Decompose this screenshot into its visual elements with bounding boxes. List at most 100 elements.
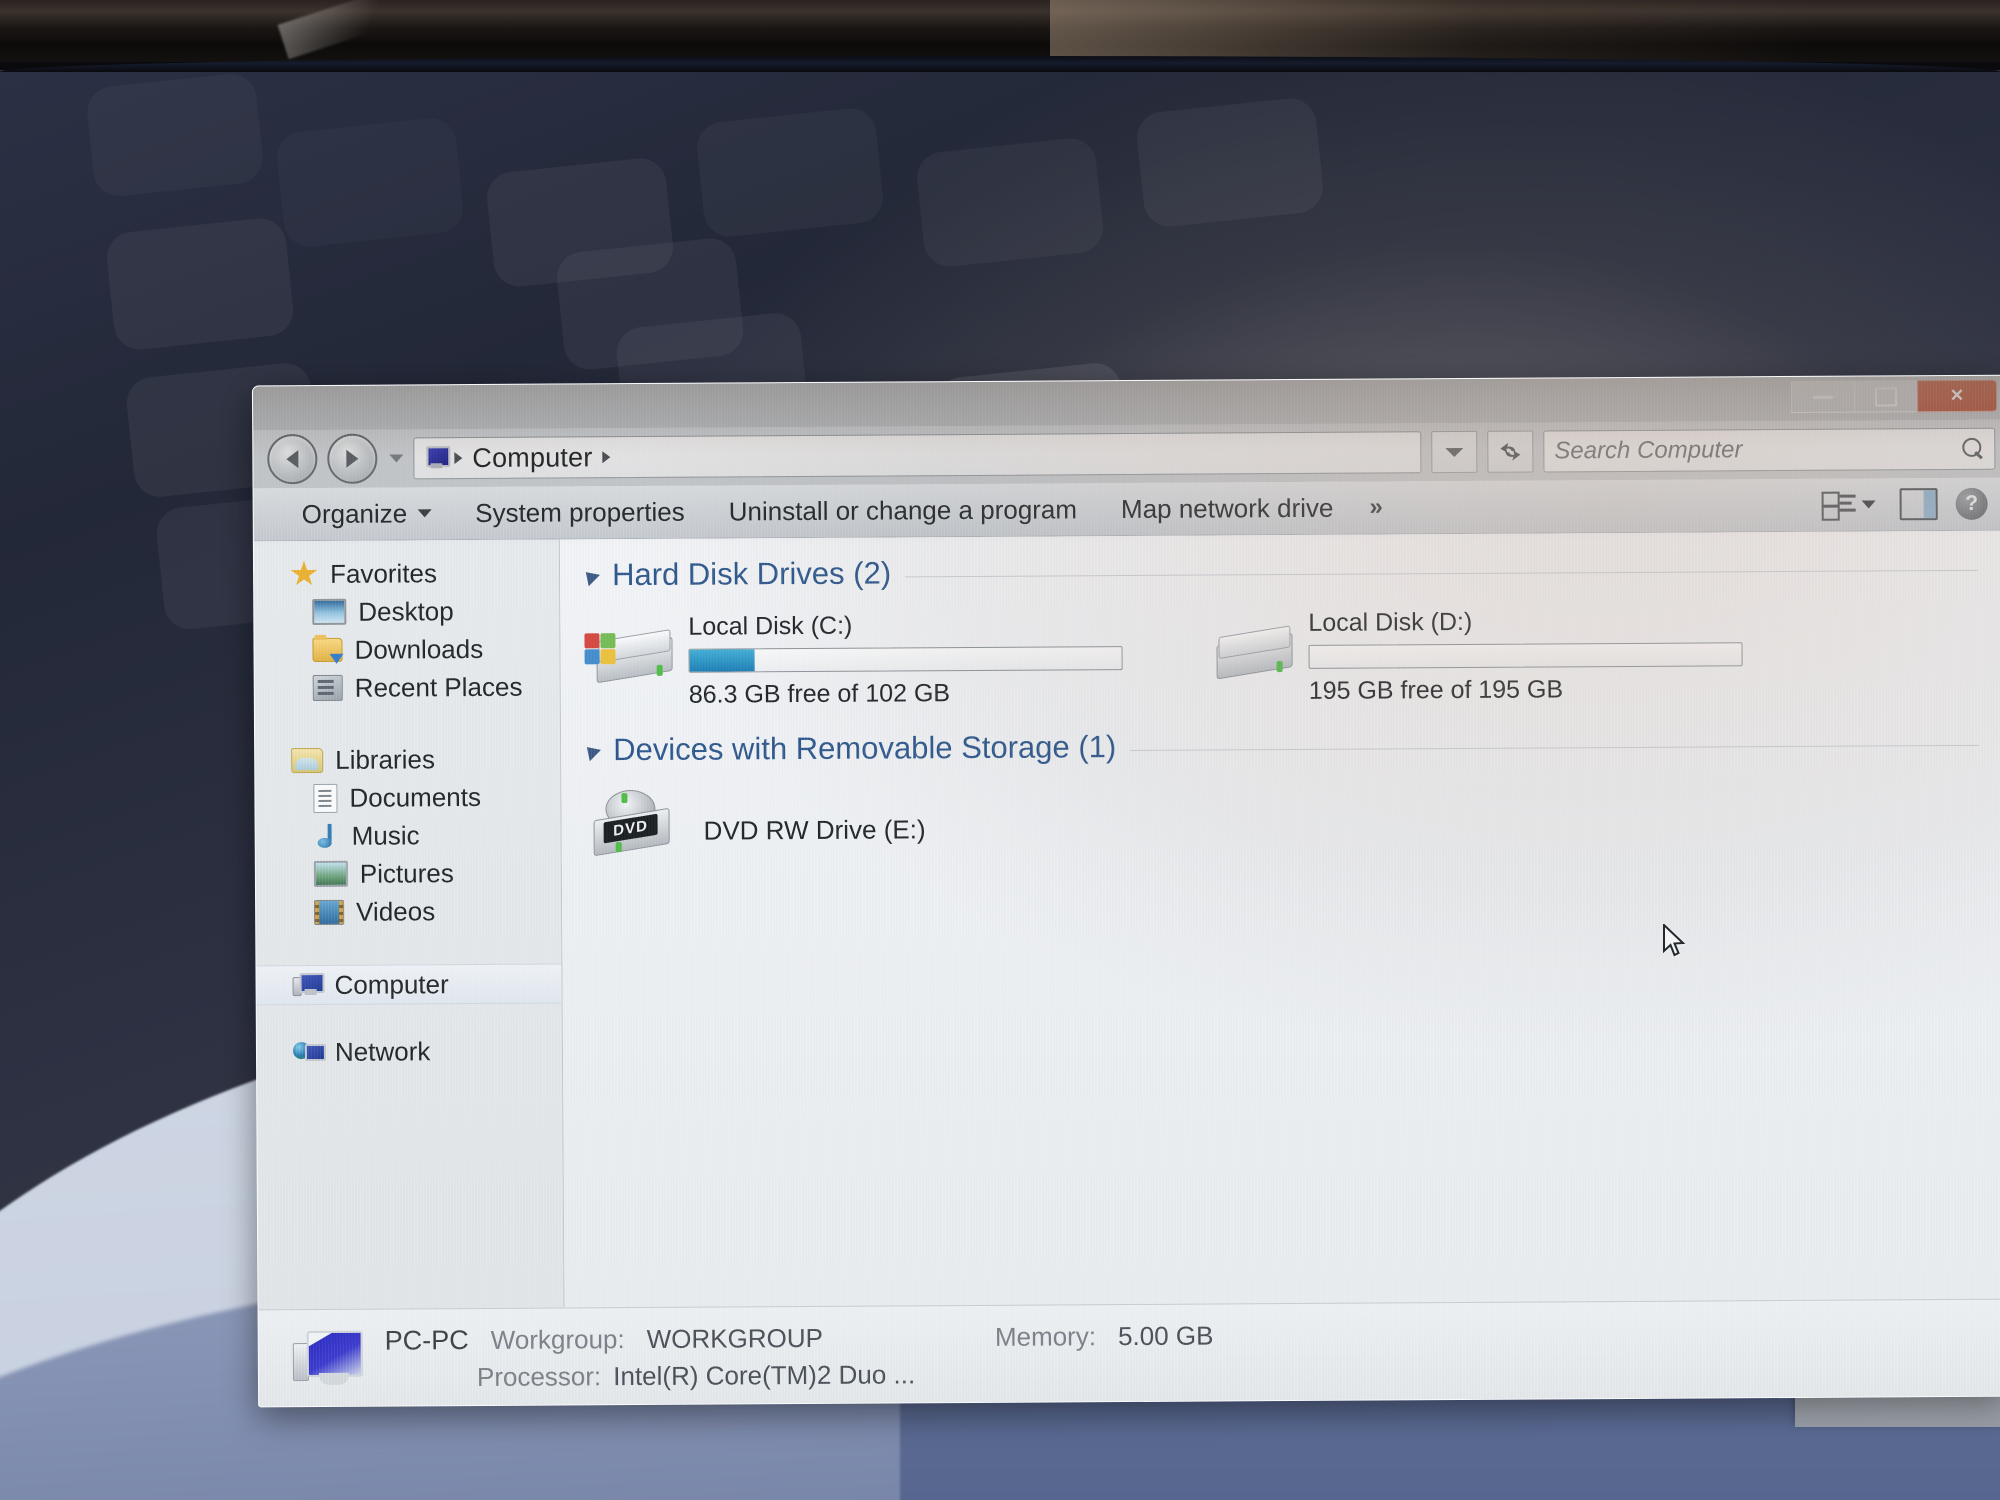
wallpaper-shape [914,135,1106,270]
sidebar-item-downloads[interactable]: Downloads [254,629,559,669]
sidebar-item-music[interactable]: Music [256,815,561,855]
processor-label: Processor: [476,1361,602,1393]
system-properties-button[interactable]: System properties [453,496,707,529]
status-row-secondary: Processor: Intel(R) Core(TM)2 Duo ... [385,1358,1214,1394]
sidebar-item-videos[interactable]: Videos [256,891,561,931]
network-icon [292,1040,327,1064]
chevron-down-icon [1861,500,1876,509]
group-rule [905,569,1979,577]
status-row-primary: PC-PC Workgroup: WORKGROUP Memory: 5.00 … [385,1321,1214,1357]
star-icon [290,560,318,587]
minimize-icon [1812,395,1834,399]
forward-arrow-icon [346,449,359,468]
device-name: DVD RW Drive (E:) [703,814,926,846]
downloads-folder-icon [312,637,344,664]
file-list-pane[interactable]: Hard Disk Drives (2) Local Disk (C:) 86.… [559,530,2000,1308]
help-icon[interactable]: ? [1955,487,1988,520]
system-properties-label: System properties [475,496,685,528]
drive-name: Local Disk (C:) [688,611,853,641]
status-text: PC-PC Workgroup: WORKGROUP Memory: 5.00 … [385,1321,1214,1394]
desktop-icon [312,598,347,626]
workgroup-value: WORKGROUP [646,1322,823,1354]
change-view-dropdown[interactable] [1861,500,1882,509]
computer-icon [422,446,451,470]
sidebar-item-label: Pictures [359,857,454,889]
search-box[interactable]: Search Computer [1543,427,1996,473]
mouse-cursor [1663,924,1686,957]
drive-free-space: 86.3 GB free of 102 GB [688,679,951,709]
back-button[interactable] [267,433,318,485]
details-status-bar: PC-PC Workgroup: WORKGROUP Memory: 5.00 … [258,1298,2000,1408]
wallpaper-shape [1134,95,1326,230]
minimize-button[interactable] [1790,380,1855,413]
drive-info: Local Disk (C:) 86.3 GB free of 102 GB [688,608,1123,710]
collapse-triangle-icon[interactable] [581,741,602,762]
hard-drive-icon [1204,623,1293,686]
memory-value: 5.00 GB [1117,1320,1214,1352]
breadcrumb-address-bar[interactable]: Computer [413,431,1422,480]
collapse-triangle-icon[interactable] [580,566,600,587]
refresh-icon [1500,442,1521,461]
library-icon [291,747,324,773]
sidebar-group-libraries: Libraries Documents Music Pictures Video… [255,739,561,931]
processor-value: Intel(R) Core(TM)2 Duo ... [613,1359,916,1392]
windows-hard-drive-icon [584,627,673,690]
map-network-drive-button[interactable]: Map network drive [1099,492,1356,525]
bezel-glint [1050,0,2000,62]
sidebar-group-computer: Computer [256,963,562,1006]
sidebar-item-computer[interactable]: Computer [256,963,562,1006]
change-view-icon[interactable] [1821,490,1856,521]
dvd-drive-icon: DVD [585,789,673,861]
windows-logo-icon [584,633,618,667]
drive-item-dvd-rw-e[interactable]: DVD DVD RW Drive (E:) [585,779,1205,861]
picture-icon [313,860,348,887]
sidebar-item-label: Computer [334,968,449,1000]
navigation-pane[interactable]: Favorites Desktop Downloads Recent Place… [253,539,565,1310]
sidebar-group-network: Network [257,1031,562,1071]
sidebar-item-documents[interactable]: Documents [255,777,560,817]
address-dropdown-button[interactable] [1431,430,1478,474]
computer-name: PC-PC [384,1325,469,1356]
search-input[interactable]: Search Computer [1554,435,1954,465]
group-header-removable-storage[interactable]: Devices with Removable Storage (1) [561,702,2000,769]
sidebar-item-recent-places[interactable]: Recent Places [255,667,560,707]
sidebar-item-libraries[interactable]: Libraries [255,739,560,779]
drive-capacity-fill [689,649,755,672]
window-body: Favorites Desktop Downloads Recent Place… [253,530,2000,1310]
removable-device-list: DVD DVD RW Drive (E:) [561,760,2000,861]
sidebar-item-desktop[interactable]: Desktop [254,591,559,631]
uninstall-or-change-program-button[interactable]: Uninstall or change a program [707,494,1099,527]
drive-item-local-disk-d[interactable]: Local Disk (D:) 195 GB free of 195 GB [1204,596,1845,707]
maximize-icon [1874,386,1898,406]
chevron-down-icon [417,509,432,518]
sidebar-item-network[interactable]: Network [257,1031,562,1071]
forward-button[interactable] [327,433,378,484]
breadcrumb-separator-icon[interactable] [602,451,611,464]
organize-button[interactable]: Organize [280,498,454,530]
group-header-hard-disk-drives[interactable]: Hard Disk Drives (2) [560,531,2000,594]
toolbar-overflow-button[interactable]: » [1355,493,1395,521]
close-button[interactable]: ✕ [1916,379,1998,413]
sidebar-item-label: Libraries [335,743,435,775]
sidebar-item-pictures[interactable]: Pictures [256,853,561,893]
hard-disk-drive-list: Local Disk (C:) 86.3 GB free of 102 GB L… [560,585,2000,711]
maximize-button[interactable] [1853,380,1918,413]
recent-pages-chevron-icon[interactable] [389,454,404,463]
sidebar-item-label: Downloads [354,633,484,665]
breadcrumb-computer[interactable]: Computer [468,442,596,474]
sidebar-item-label: Desktop [358,595,454,627]
refresh-button[interactable] [1487,430,1534,473]
drive-info: Local Disk (D:) 195 GB free of 195 GB [1308,604,1743,706]
bezel-scratch [277,0,413,60]
preview-pane-icon[interactable] [1899,488,1938,521]
back-arrow-icon [286,450,299,469]
wallpaper-shape [85,71,266,198]
close-icon: ✕ [1949,385,1965,405]
drive-item-local-disk-c[interactable]: Local Disk (C:) 86.3 GB free of 102 GB [584,600,1205,711]
breadcrumb-separator-icon[interactable] [454,452,463,465]
workgroup-label: Workgroup: [490,1324,625,1355]
computer-icon [292,1329,365,1391]
sidebar-item-favorites[interactable]: Favorites [254,553,559,593]
windows-explorer-window[interactable]: ✕ Computer Search Computer Organize Syst… [251,374,2000,1408]
